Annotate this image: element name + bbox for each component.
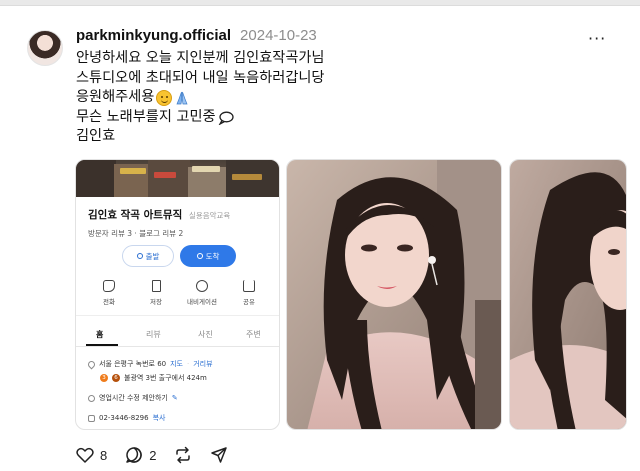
phone-number: 02-3446-8296 [99, 414, 149, 422]
praying-hands-emoji-icon [176, 91, 188, 105]
clock-icon [88, 394, 95, 402]
active-tab-indicator [86, 344, 118, 346]
location-pin-icon [86, 359, 97, 369]
post-caption: 안녕하세요 오늘 지인분께 김인효작곡가님 스튜디오에 초대되어 내일 녹음하러… [76, 49, 324, 147]
caption-line: 안녕하세요 오늘 지인분께 김인효작곡가님 [76, 50, 325, 66]
send-icon [211, 447, 228, 463]
window-top-edge [0, 0, 640, 6]
post-date[interactable]: 2024-10-23 [240, 27, 317, 44]
caption-line: 스튜디오에 초대되어 내일 녹음하러갑니당 [76, 69, 325, 86]
smile-emoji-icon [156, 89, 173, 106]
start-button[interactable]: 출발 [122, 245, 174, 267]
call-action[interactable]: 전화 [91, 280, 127, 306]
share-button[interactable] [210, 446, 228, 464]
media-map-screenshot[interactable]: 김인효 작곡 아트뮤직 실용음악교육 방문자 리뷰 3 · 블로그 리뷰 2 출… [75, 159, 280, 430]
heart-icon [76, 447, 94, 463]
place-name: 김인효 작곡 아트뮤직 [88, 209, 183, 221]
more-options-icon[interactable]: ··· [588, 29, 606, 48]
navigation-action[interactable]: 내비게이션 [184, 280, 220, 306]
portrait-photo [287, 160, 501, 429]
arrive-icon [196, 253, 203, 259]
phone-small-icon [88, 414, 95, 422]
address-row: 서울 은평구 녹번로 60 지도 · 거리뷰 [86, 359, 213, 369]
place-reviews: 방문자 리뷰 3 · 블로그 리뷰 2 [88, 229, 184, 238]
portrait-photo-partial [510, 160, 626, 429]
phone-row: 02-3446-8296 복사 [88, 413, 165, 423]
start-icon [136, 253, 143, 259]
comment-icon [126, 447, 142, 463]
tab-reviews[interactable]: 리뷰 [146, 329, 161, 340]
arrive-label: 도착 [205, 251, 220, 261]
copy-phone-button[interactable]: 복사 [153, 413, 166, 423]
repost-button[interactable] [174, 446, 192, 464]
share-icon [243, 280, 255, 292]
phone-icon [103, 280, 115, 292]
share-action[interactable]: 공유 [231, 280, 267, 306]
comment-count: 2 [149, 447, 157, 463]
caption-line: 무슨 노래부를지 고민중 [76, 108, 216, 125]
place-actions: 전화 저장 내비게이션 공유 [76, 280, 279, 316]
tab-photos[interactable]: 사진 [198, 329, 213, 340]
caption-line: 응원해주세용 [76, 89, 155, 106]
like-count: 8 [100, 447, 108, 463]
speech-bubble-emoji-icon [218, 111, 234, 125]
street-photo [76, 160, 279, 197]
map-link[interactable]: 지도 [170, 359, 183, 369]
hours-text[interactable]: 영업시간 수정 제안하기 [99, 393, 168, 403]
subway-text: 불광역 3번 출구에서 424m [124, 374, 207, 382]
post-header: parkminkyung.official 2024-10-23 [76, 27, 317, 47]
tab-home[interactable]: 홈 [96, 329, 103, 340]
bookmark-icon [151, 280, 161, 292]
place-tabs: 홈 리뷰 사진 주변 [76, 327, 279, 347]
place-category: 실용음악교육 [188, 211, 231, 220]
navigation-icon [196, 280, 208, 292]
start-label: 출발 [145, 251, 160, 261]
username-link[interactable]: parkminkyung.official [76, 27, 231, 44]
subway-line-badge: 3 [100, 374, 108, 382]
edit-pencil-icon: ✎ [171, 394, 178, 402]
tab-nearby[interactable]: 주변 [246, 329, 261, 340]
arrive-button[interactable]: 도착 [180, 245, 236, 267]
distance-view-link[interactable]: 거리뷰 [193, 359, 212, 369]
media-photo[interactable] [509, 159, 627, 430]
avatar[interactable] [27, 30, 63, 66]
subway-line-badge: 6 [112, 374, 120, 382]
place-title: 김인효 작곡 아트뮤직 실용음악교육 [88, 207, 230, 222]
address-text: 서울 은평구 녹번로 60 [99, 360, 167, 368]
save-action[interactable]: 저장 [138, 280, 174, 306]
caption-line: 김인효 [76, 128, 116, 145]
hours-row: 영업시간 수정 제안하기 ✎ [88, 393, 178, 403]
comment-button[interactable]: 2 [125, 446, 156, 464]
like-button[interactable]: 8 [76, 447, 107, 463]
media-photo[interactable] [286, 159, 502, 430]
repost-icon [176, 446, 191, 464]
subway-row: 3 6 불광역 3번 출구에서 424m [100, 373, 207, 383]
post-actions: 8 2 [76, 444, 246, 466]
